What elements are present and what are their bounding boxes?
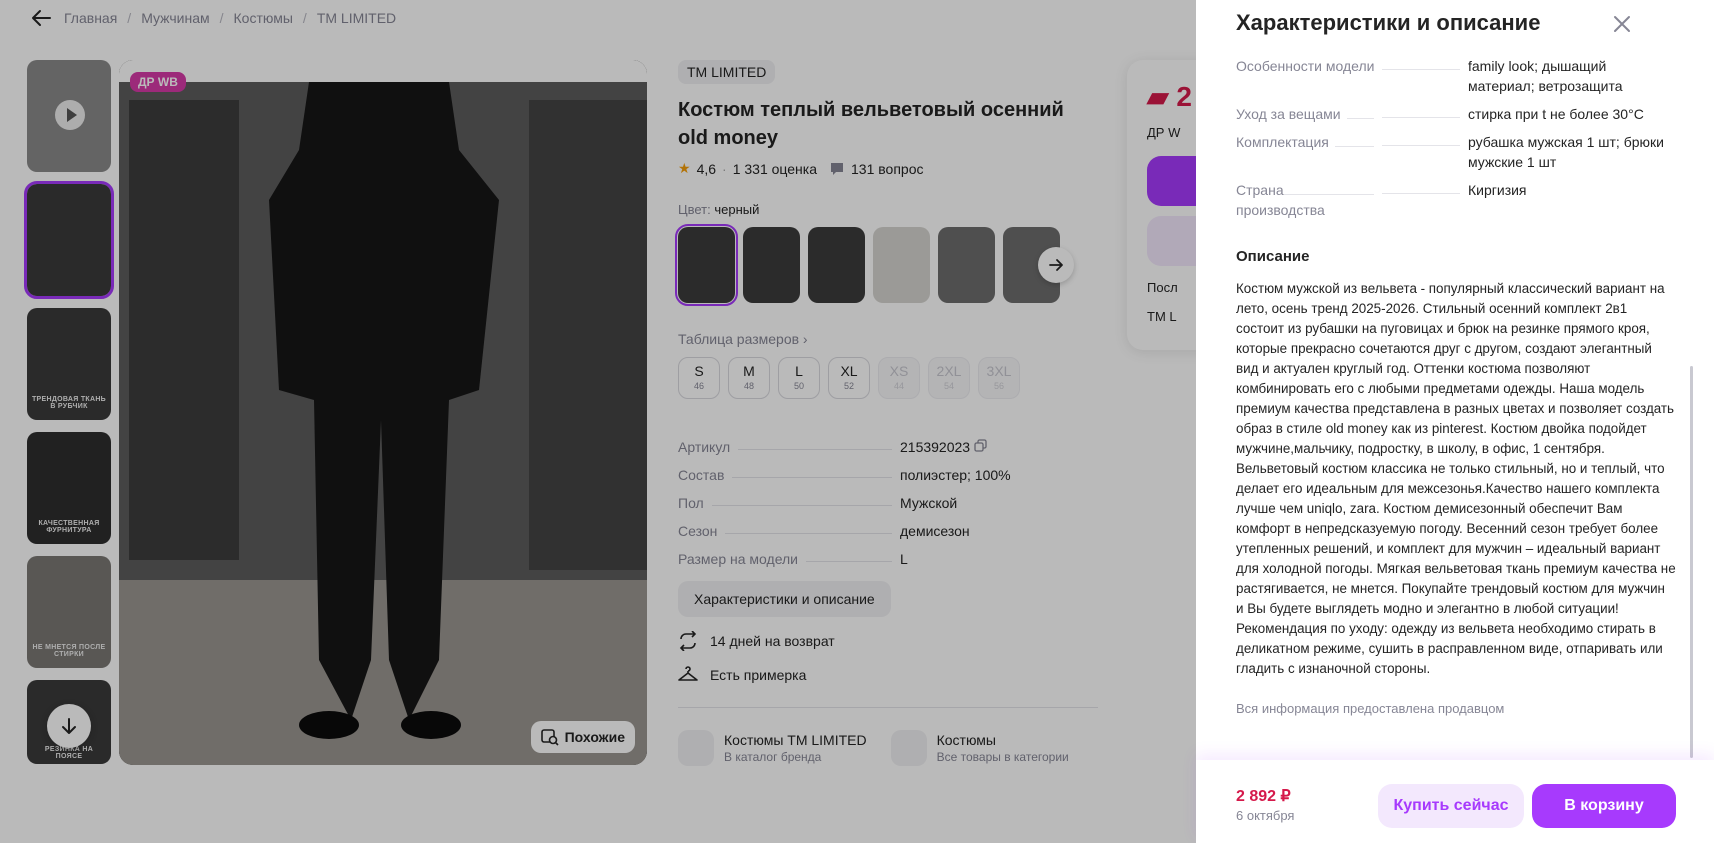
drawer-spec-key: Уход за вещами [1236, 104, 1382, 124]
drawer-footer: 2 892 ₽ 6 октября Купить сейчас В корзин… [1196, 760, 1714, 843]
seller-info-note: Вся информация предоставлена продавцом [1236, 701, 1505, 716]
delivery-date: 6 октября [1236, 808, 1295, 823]
drawer-spec-row: Комплектация рубашка мужская 1 шт; брюки… [1236, 132, 1676, 172]
drawer-title: Характеристики и описание [1236, 10, 1541, 35]
spec-leader [1382, 56, 1460, 70]
footer-price: 2 892 ₽ [1236, 788, 1291, 805]
drawer-spec-row: Страна производства Киргизия [1236, 180, 1676, 220]
drawer-spec-value: рубашка мужская 1 шт; брюки мужские 1 шт [1468, 134, 1664, 170]
drawer-spec-row: Уход за вещами стирка при t не более 30°… [1236, 104, 1676, 124]
drawer-spec-value: family look; дышащий материал; ветрозащи… [1468, 58, 1623, 94]
drawer-spec-key-text: Комплектация [1236, 134, 1335, 150]
close-icon[interactable] [1610, 12, 1634, 36]
drawer-content[interactable]: Особенности модели family look; дышащий … [1236, 56, 1676, 756]
drawer-spec-row: Особенности модели family look; дышащий … [1236, 56, 1676, 96]
add-to-cart-button[interactable]: В корзину [1532, 784, 1676, 828]
drawer-spec-value: Киргизия [1468, 182, 1527, 198]
drawer-spec-value: стирка при t не более 30°C [1468, 106, 1644, 122]
scrollbar[interactable] [1690, 366, 1693, 758]
spec-leader [1382, 132, 1460, 146]
drawer-spec-key-text: Уход за вещами [1236, 106, 1347, 122]
spec-leader [1382, 104, 1460, 118]
characteristics-drawer: Характеристики и описание Особенности мо… [1196, 0, 1714, 843]
drawer-spec-key: Особенности модели [1236, 56, 1382, 76]
description-heading: Описание [1236, 248, 1310, 265]
drawer-spec-key-text: Особенности модели [1236, 58, 1381, 74]
spec-leader [1382, 180, 1460, 194]
drawer-spec-key: Комплектация [1236, 132, 1382, 152]
drawer-spec-key-text: Страна производства [1236, 182, 1331, 218]
drawer-spec-key: Страна производства [1236, 180, 1382, 220]
buy-now-button[interactable]: Купить сейчас [1378, 784, 1524, 828]
description-text: Костюм мужской из вельвета - популярный … [1236, 281, 1676, 676]
